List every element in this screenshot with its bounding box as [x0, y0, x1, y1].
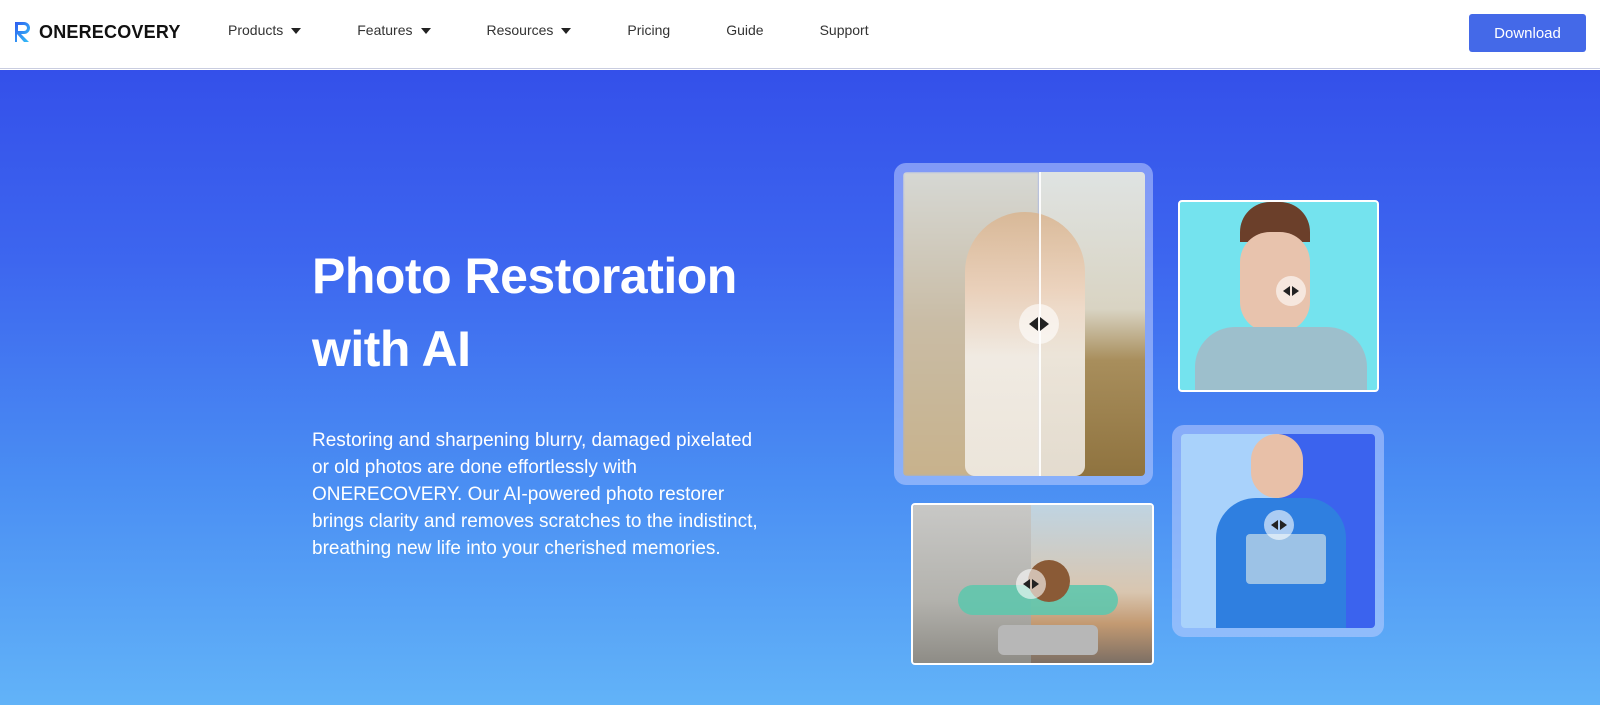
nav-guide[interactable]: Guide	[726, 22, 763, 38]
nav-products[interactable]: Products	[228, 22, 302, 38]
caret-down-icon	[561, 28, 572, 34]
compare-slider-icon[interactable]	[1264, 510, 1294, 540]
nav-features[interactable]: Features	[357, 22, 431, 38]
nav-label: Features	[357, 22, 413, 38]
nav-support[interactable]: Support	[820, 22, 869, 38]
compare-slider-icon[interactable]	[1276, 276, 1306, 306]
hero-section: Photo Restoration with AI Restoring and …	[0, 70, 1600, 705]
compare-slider-icon[interactable]	[1016, 569, 1046, 599]
nav-label: Products	[228, 22, 284, 38]
nav-label: Guide	[726, 22, 764, 38]
hero-title: Photo Restoration with AI	[312, 240, 737, 386]
scratched-child-comparison[interactable]	[911, 503, 1154, 665]
main-nav: Products Features Resources Pricing Guid…	[228, 22, 925, 38]
nav-resources[interactable]: Resources	[487, 22, 572, 38]
nav-label: Resources	[486, 22, 554, 38]
woman-figure	[965, 212, 1085, 476]
hero-description: Restoring and sharpening blurry, damaged…	[312, 430, 758, 559]
nav-label: Support	[819, 22, 869, 38]
man-head	[1251, 434, 1303, 498]
suitcase	[998, 625, 1098, 655]
site-header: ONERECOVERY Products Features Resources …	[0, 0, 1600, 69]
pixelated-woman-comparison[interactable]	[1178, 200, 1379, 392]
download-button[interactable]: Download	[1469, 14, 1586, 52]
nav-label: Pricing	[627, 22, 671, 38]
compare-slider-icon[interactable]	[1019, 304, 1059, 344]
hero-title-line2: with AI	[312, 321, 471, 377]
blurry-woman-comparison[interactable]	[903, 172, 1145, 476]
hero-title-line1: Photo Restoration	[312, 248, 737, 304]
logo-r-icon	[13, 20, 33, 44]
tablet	[1246, 534, 1326, 584]
faded-man-comparison[interactable]	[1181, 434, 1375, 628]
brand-name: ONERECOVERY	[39, 21, 181, 42]
brand-logo[interactable]: ONERECOVERY	[13, 20, 181, 44]
woman-shirt	[1195, 327, 1367, 390]
caret-down-icon	[420, 28, 431, 34]
caret-down-icon	[291, 28, 302, 34]
nav-pricing[interactable]: Pricing	[627, 22, 670, 38]
